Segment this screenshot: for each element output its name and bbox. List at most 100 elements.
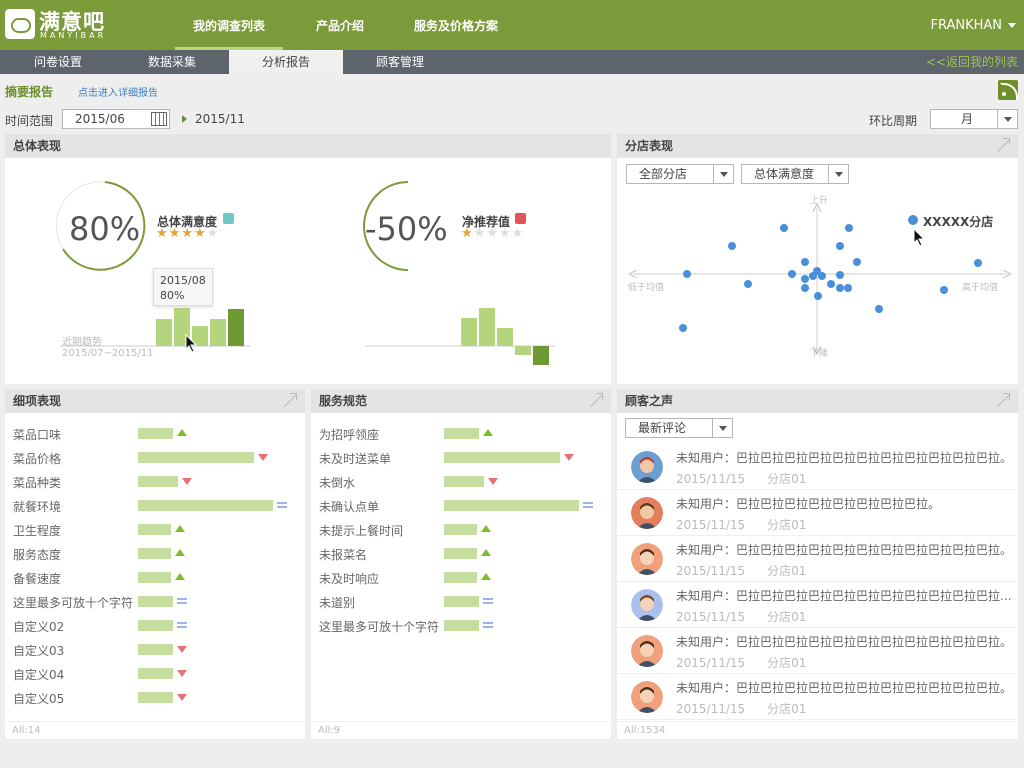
service-bar[interactable]	[444, 428, 479, 439]
scatter-point[interactable]	[814, 292, 822, 300]
comment-sort-select[interactable]: 最新评论	[625, 418, 733, 438]
scatter-point[interactable]	[836, 242, 844, 250]
service-label: 这里最多可放十个字符	[319, 620, 440, 634]
scatter-point[interactable]	[875, 305, 883, 313]
expand-icon[interactable]	[587, 393, 603, 409]
trend-up-icon	[175, 525, 185, 532]
detail-bar[interactable]	[138, 644, 173, 655]
highlighted-scatter-point[interactable]	[908, 215, 918, 225]
nav-product-intro[interactable]: 产品介绍	[300, 0, 380, 50]
scatter-point[interactable]	[853, 258, 861, 266]
detail-label: 菜品种类	[13, 476, 62, 490]
chevron-down-icon[interactable]	[997, 110, 1017, 128]
trend-equal-icon	[483, 598, 493, 604]
scatter-point[interactable]	[801, 284, 809, 292]
tooltip-date: 2015/08	[160, 274, 206, 287]
trend-bar[interactable]	[479, 308, 495, 346]
service-bar[interactable]	[444, 452, 560, 463]
tab-survey-settings[interactable]: 问卷设置	[1, 50, 115, 74]
service-bar[interactable]	[444, 596, 479, 607]
trend-bar[interactable]	[228, 309, 244, 346]
calendar-icon[interactable]	[151, 112, 167, 126]
service-bar[interactable]	[444, 572, 477, 583]
trend-bar[interactable]	[210, 319, 226, 346]
comment-item[interactable]: 未知用户：巴拉巴拉巴拉巴拉巴拉巴拉巴拉巴拉巴拉巴拉巴拉。 2015/11/15 分店…	[617, 628, 1019, 674]
scatter-point[interactable]	[836, 271, 844, 279]
scatter-point[interactable]	[801, 275, 809, 283]
trend-bar[interactable]	[497, 328, 513, 346]
scatter-point[interactable]	[836, 284, 844, 292]
period-value: 月	[961, 112, 974, 126]
scatter-point[interactable]	[845, 224, 853, 232]
user-menu[interactable]: FRANKHAN	[930, 0, 1016, 50]
period-select[interactable]: 月	[930, 109, 1018, 129]
tab-data-collection[interactable]: 数据采集	[115, 50, 229, 74]
detail-bar[interactable]	[138, 524, 171, 535]
comment-meta: 2015/11/15 分店01	[676, 654, 806, 671]
logo[interactable]: 满意吧 MANYIBAR	[5, 8, 105, 42]
scatter-point[interactable]	[801, 258, 809, 266]
panel-title: 顾客之声	[617, 389, 1018, 413]
branch-select-value: 全部分店	[639, 167, 688, 181]
start-date-input[interactable]: 2015/06	[62, 109, 170, 129]
scatter-point[interactable]	[827, 280, 835, 288]
axis-up-label: 上升	[810, 196, 829, 206]
trend-bar[interactable]	[515, 346, 531, 355]
trend-bar[interactable]	[533, 346, 549, 365]
back-to-list-link[interactable]: <<返回我的列表	[926, 50, 1018, 74]
service-bar[interactable]	[444, 500, 579, 511]
expand-icon[interactable]	[994, 393, 1010, 409]
detail-bar[interactable]	[138, 476, 178, 487]
detail-bar[interactable]	[138, 548, 171, 559]
tab-customer-management[interactable]: 顾客管理	[343, 50, 457, 74]
scatter-point[interactable]	[679, 324, 687, 332]
service-bar[interactable]	[444, 524, 477, 535]
comment-item[interactable]: 未知用户：巴拉巴拉巴拉巴拉巴拉巴拉巴拉巴拉巴拉巴拉巴拉。 2015/11/15 分店…	[617, 444, 1019, 490]
detail-bar[interactable]	[138, 668, 173, 679]
panel-title: 服务规范	[311, 389, 611, 413]
detail-performance-panel: 细项表现 菜品口味 菜品价格 菜品种类 就餐环境 卫生程度 服务态度 备餐速度 这里最多可放十…	[5, 389, 305, 739]
detail-label: 备餐速度	[13, 572, 62, 586]
detail-bar[interactable]	[138, 572, 171, 583]
comment-date: 2015/11/15	[676, 518, 746, 532]
tab-analysis-report[interactable]: 分析报告	[229, 50, 343, 74]
comment-item[interactable]: 未知用户：巴拉巴拉巴拉巴拉巴拉巴拉巴拉巴拉巴拉巴拉巴拉... 2015/11/15…	[617, 582, 1019, 628]
trend-bar[interactable]	[156, 319, 172, 346]
detail-bar[interactable]	[138, 596, 173, 607]
comment-item[interactable]: 未知用户：巴拉巴拉巴拉巴拉巴拉巴拉巴拉巴拉巴拉巴拉巴拉。 2015/11/15 分店…	[617, 674, 1019, 720]
scatter-point[interactable]	[744, 280, 752, 288]
chevron-down-icon[interactable]	[712, 419, 732, 437]
scatter-point[interactable]	[818, 272, 826, 280]
detail-bar[interactable]	[138, 428, 173, 439]
metric-select[interactable]: 总体满意度	[741, 164, 849, 184]
detail-bar[interactable]	[138, 692, 173, 703]
trend-bar[interactable]	[461, 318, 477, 346]
detail-bar[interactable]	[138, 452, 254, 463]
scatter-point[interactable]	[974, 259, 982, 267]
service-bar[interactable]	[444, 476, 484, 487]
star-icon: ★	[486, 226, 499, 241]
chevron-down-icon[interactable]	[828, 165, 848, 183]
scatter-point[interactable]	[844, 284, 852, 292]
nav-survey-list[interactable]: 我的调查列表	[175, 0, 283, 50]
comment-item[interactable]: 未知用户：巴拉巴拉巴拉巴拉巴拉巴拉巴拉巴拉巴拉巴拉巴拉。 2015/11/15 分店…	[617, 536, 1019, 582]
detail-bar[interactable]	[138, 500, 273, 511]
service-bar[interactable]	[444, 548, 477, 559]
scatter-point[interactable]	[788, 270, 796, 278]
nav-pricing[interactable]: 服务及价格方案	[400, 0, 512, 50]
scatter-point[interactable]	[940, 286, 948, 294]
chevron-down-icon[interactable]	[713, 165, 733, 183]
scatter-point[interactable]	[728, 242, 736, 250]
detail-report-link[interactable]: 点击进入详细报告	[78, 84, 158, 99]
rss-icon[interactable]	[998, 80, 1018, 101]
scatter-point[interactable]	[683, 270, 691, 278]
detail-bar[interactable]	[138, 620, 173, 631]
service-bar[interactable]	[444, 620, 479, 631]
comment-item[interactable]: 未知用户：巴拉巴拉巴拉巴拉巴拉巴拉巴拉巴拉。 2015/11/15 分店01	[617, 490, 1019, 536]
expand-icon[interactable]	[281, 393, 297, 409]
trend-down-icon	[182, 478, 192, 485]
expand-icon[interactable]	[994, 138, 1010, 154]
scatter-point[interactable]	[780, 224, 788, 232]
star-icon: ★	[498, 226, 512, 241]
branch-select[interactable]: 全部分店	[626, 164, 734, 184]
